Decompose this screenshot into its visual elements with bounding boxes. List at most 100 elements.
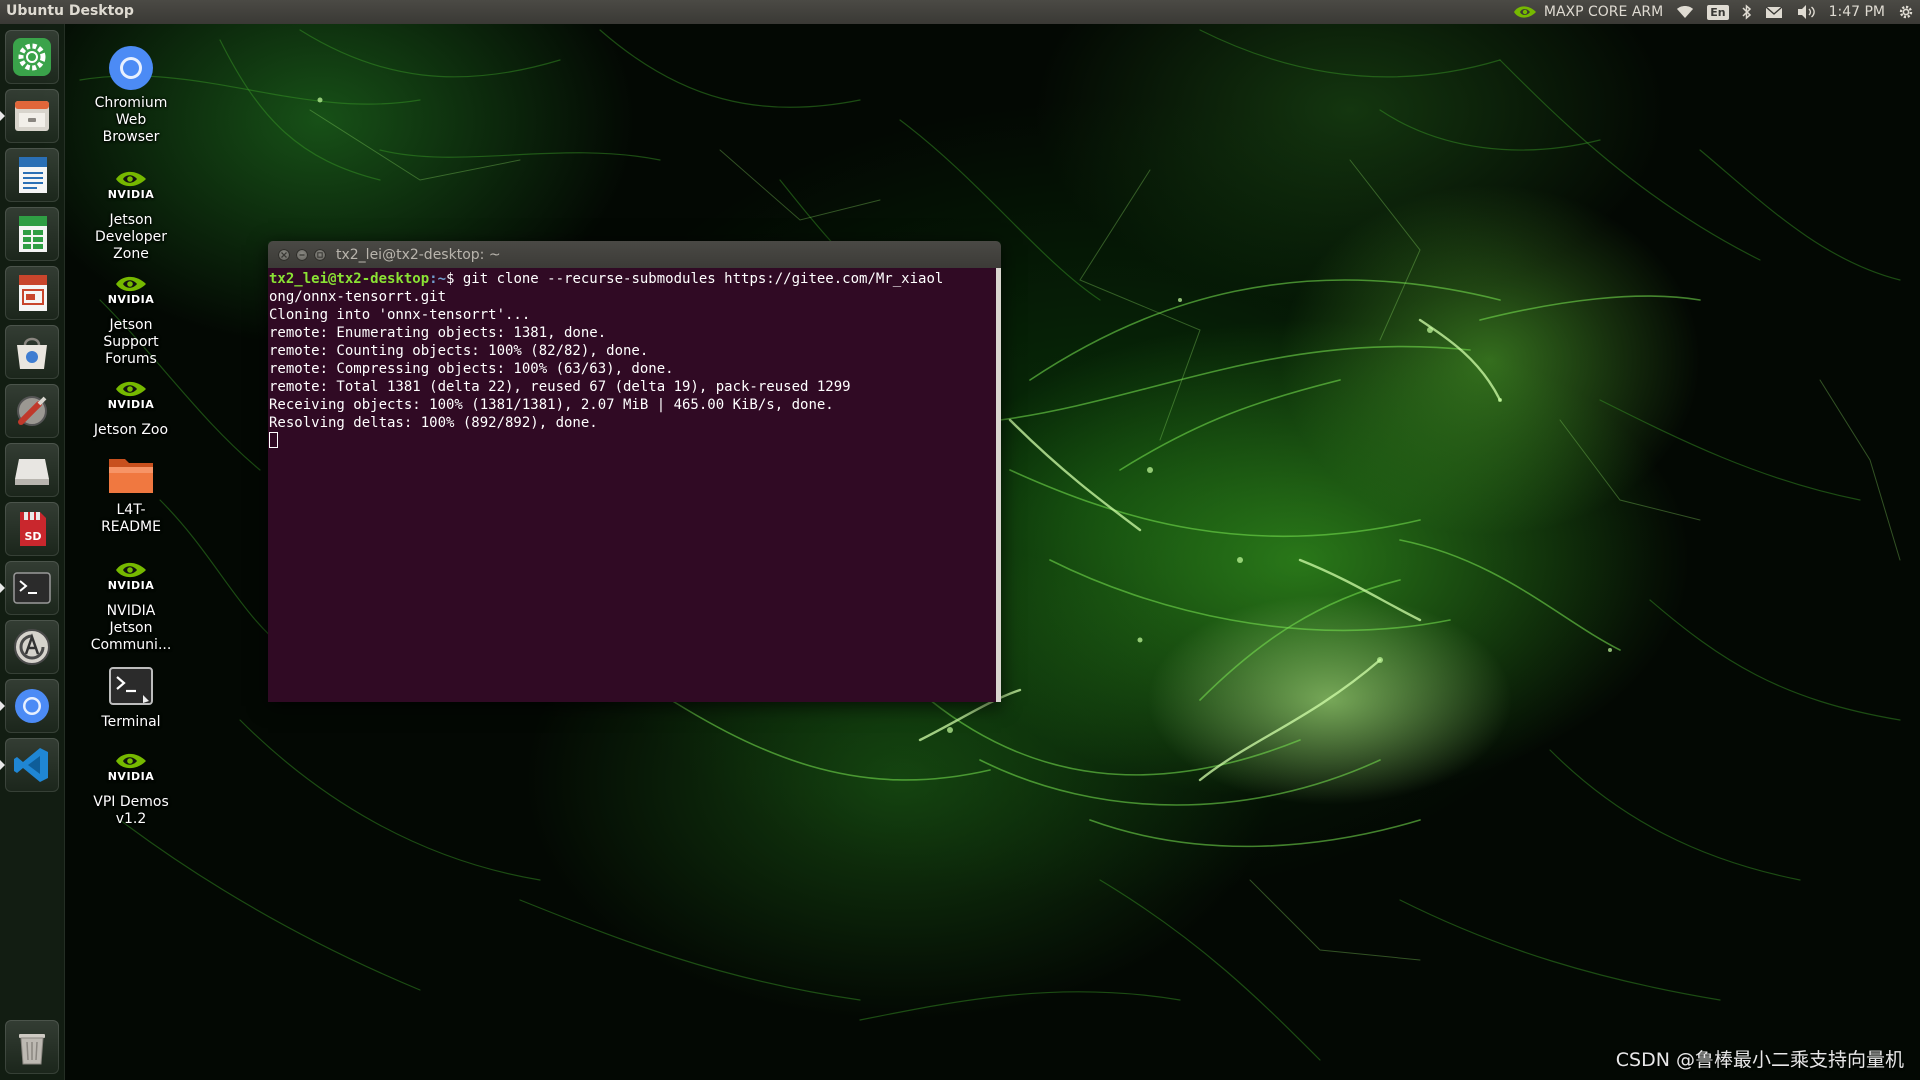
label-line: L4T- <box>116 502 146 518</box>
bluetooth-indicator[interactable] <box>1742 4 1752 20</box>
desktop-icon-chromium[interactable]: Chromium Web Browser <box>81 43 181 146</box>
desktop-icon-vpi-demos[interactable]: NVIDIA VPI Demos v1.2 <box>81 742 181 828</box>
prompt-symbol: $ <box>446 271 463 287</box>
keyboard-layout-indicator[interactable]: En <box>1707 4 1729 20</box>
nvidia-logo: NVIDIA <box>81 551 181 601</box>
launcher-files[interactable] <box>0 89 59 143</box>
sound-indicator[interactable] <box>1796 4 1816 20</box>
svg-text:SD: SD <box>24 530 41 543</box>
chromium-desktop-glyph <box>81 43 181 93</box>
label-line: NVIDIA <box>106 603 156 619</box>
desktop-icon-l4t-readme[interactable]: L4T- README <box>81 450 181 536</box>
speaker-icon <box>1797 5 1815 19</box>
launcher-impress[interactable] <box>5 266 59 320</box>
desktop-icon-jetson-zoo[interactable]: NVIDIA Jetson Zoo <box>81 370 181 439</box>
desktop-icon-label: VPI Demos v1.2 <box>81 794 181 828</box>
label-line: Developer <box>94 229 167 245</box>
desktop-icon-label: Chromium Web Browser <box>81 95 181 146</box>
prompt-path: :~ <box>429 271 447 287</box>
desktop-icon-jetson-developer-zone[interactable]: NVIDIA Jetson Developer Zone <box>81 160 181 263</box>
terminal-window[interactable]: tx2_lei@tx2-desktop: ~ tx2_lei@tx2-deskt… <box>268 241 1001 702</box>
chromium-icon <box>15 689 49 723</box>
clock-label: 1:47 PM <box>1828 4 1885 20</box>
running-indicator <box>0 760 5 770</box>
chromium-icon <box>109 46 153 90</box>
desktop-icon-label: Jetson Developer Zone <box>81 212 181 263</box>
nvidia-eye-icon <box>116 753 146 769</box>
terminal-titlebar[interactable]: tx2_lei@tx2-desktop: ~ <box>268 241 1001 268</box>
desktop-icon-label: Jetson Zoo <box>93 422 169 438</box>
desktop-icon-label: NVIDIA Jetson Communi... <box>81 603 181 654</box>
launcher-trash[interactable] <box>5 1020 59 1074</box>
desktop-icon-terminal[interactable]: Terminal <box>81 662 181 731</box>
terminal-content[interactable]: tx2_lei@tx2-desktop:~$ git clone --recur… <box>268 268 1001 702</box>
desktop-icon-label: Jetson Support Forums <box>81 317 181 368</box>
nvidia-power-indicator[interactable]: MAXP CORE ARM <box>1512 3 1663 21</box>
terminal-scrollbar[interactable] <box>996 268 1001 702</box>
software-updater-icon <box>14 629 50 665</box>
nvidia-wordmark: NVIDIA <box>107 579 155 592</box>
messaging-indicator[interactable] <box>1765 5 1783 19</box>
prompt-user: tx2_lei@tx2-desktop <box>269 271 430 287</box>
desktop-icon-jetson-community[interactable]: NVIDIA NVIDIA Jetson Communi... <box>81 551 181 654</box>
nvidia-eye-icon <box>116 381 146 397</box>
label-line: Chromium <box>94 95 168 111</box>
desktop-icon-jetson-support-forums[interactable]: NVIDIA Jetson Support Forums <box>81 265 181 368</box>
nvidia-wordmark: NVIDIA <box>107 770 155 783</box>
nvidia-eye-icon <box>116 171 146 187</box>
libreoffice-impress-icon <box>19 275 47 311</box>
terminal-cursor <box>269 432 278 448</box>
csdn-watermark: CSDN @鲁棒最小二乘支持向量机 <box>1615 1049 1904 1071</box>
nvidia-logo: NVIDIA <box>81 265 181 315</box>
terminal-icon <box>109 667 153 705</box>
terminal-title: tx2_lei@tx2-desktop: ~ <box>336 246 501 263</box>
nvidia-wordmark: NVIDIA <box>107 293 155 306</box>
label-line: Communi... <box>90 637 172 653</box>
nvidia-eye-icon <box>1513 6 1536 18</box>
label-line: Browser <box>102 129 160 145</box>
launcher-software[interactable] <box>5 325 59 379</box>
system-tools-icon <box>17 396 47 426</box>
label-line: v1.2 <box>115 811 147 827</box>
running-indicator <box>0 701 5 711</box>
keyboard-layout-label: En <box>1707 4 1729 20</box>
launcher-system-settings[interactable] <box>5 30 59 84</box>
launcher-chromium[interactable] <box>0 679 59 733</box>
label-line: README <box>101 519 161 535</box>
nvidia-wordmark: NVIDIA <box>107 398 155 411</box>
launcher-updater[interactable] <box>5 620 59 674</box>
launcher-writer[interactable] <box>5 148 59 202</box>
envelope-icon <box>1765 5 1783 18</box>
minimize-icon <box>299 253 305 256</box>
trash-icon <box>19 1034 45 1065</box>
minimize-button[interactable] <box>296 248 308 261</box>
output-line: remote: Enumerating objects: 1381, done. <box>269 325 607 341</box>
terminal-glyph <box>81 662 181 712</box>
maximize-button[interactable] <box>314 248 326 261</box>
launcher-calc[interactable] <box>5 207 59 261</box>
clock-indicator[interactable]: 1:47 PM <box>1829 4 1885 20</box>
output-line: remote: Counting objects: 100% (82/82), … <box>269 343 649 359</box>
libreoffice-writer-icon <box>19 157 47 193</box>
file-manager-icon <box>15 101 49 131</box>
command-line: ong/onnx-tensorrt.git <box>269 289 447 305</box>
launcher-sd-card[interactable]: SD <box>5 502 59 556</box>
launcher-vscode[interactable] <box>0 738 59 792</box>
desktop-icon-label: L4T- README <box>81 502 181 536</box>
label-line: Web <box>115 112 147 128</box>
label-line: Jetson <box>109 212 153 228</box>
session-indicator[interactable] <box>1898 4 1914 20</box>
running-indicator <box>0 583 5 593</box>
vscode-icon <box>14 748 48 782</box>
launcher-system-tools[interactable] <box>5 384 59 438</box>
close-button[interactable] <box>278 248 290 261</box>
launcher-terminal[interactable] <box>0 561 59 615</box>
wifi-indicator[interactable] <box>1676 5 1694 19</box>
maximize-icon <box>317 251 323 258</box>
launcher-dock: SD <box>0 24 65 1080</box>
nvidia-logo: NVIDIA <box>81 160 181 210</box>
launcher-disk[interactable] <box>5 443 59 497</box>
output-line: Receiving objects: 100% (1381/1381), 2.0… <box>269 397 834 413</box>
panel-title: Ubuntu Desktop <box>6 3 134 19</box>
output-line: remote: Compressing objects: 100% (63/63… <box>269 361 674 377</box>
